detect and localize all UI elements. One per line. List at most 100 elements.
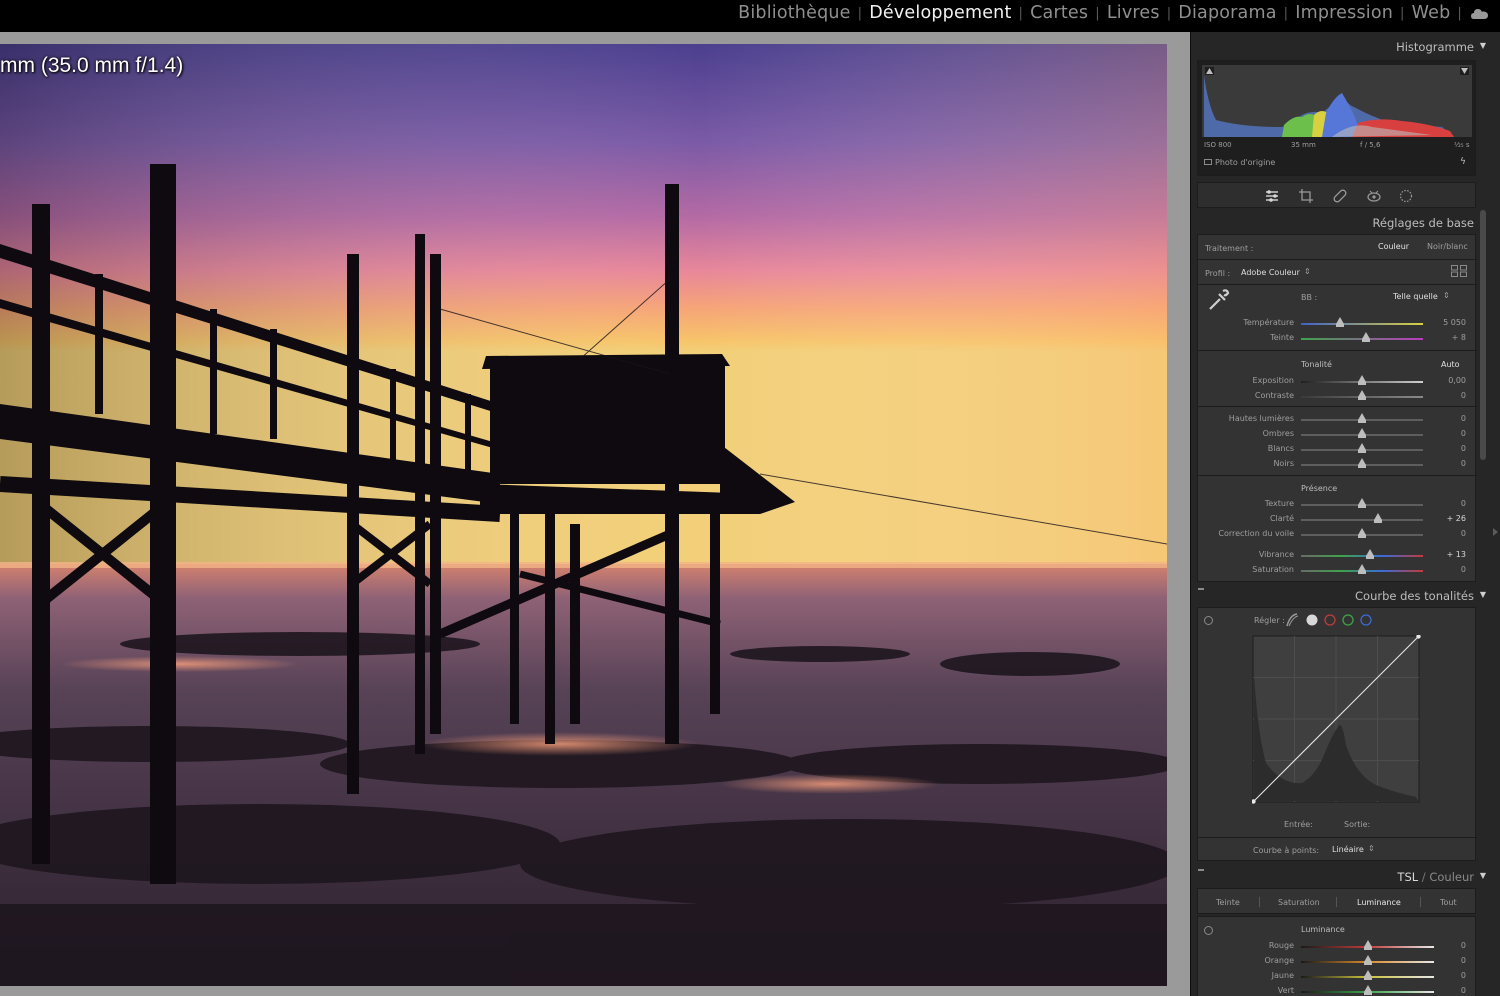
texture-slider-thumb[interactable] xyxy=(1358,498,1366,508)
temperature-value[interactable]: 5 050 xyxy=(1426,318,1466,327)
tint-value[interactable]: + 8 xyxy=(1426,333,1466,342)
treatment-bw[interactable]: Noir/blanc xyxy=(1427,242,1468,251)
point-curve-select[interactable]: Linéaire xyxy=(1332,845,1364,854)
hsl-tab-hue[interactable]: Teinte xyxy=(1216,898,1240,907)
blacks-slider-thumb[interactable] xyxy=(1358,458,1366,468)
parametric-curve-icon[interactable] xyxy=(1286,613,1299,627)
photo-image[interactable] xyxy=(0,44,1167,986)
develop-right-panel: Histogramme ▼ ISO 800 35 mm f / 5,6 ¹⁄₂₅… xyxy=(1190,32,1500,996)
clarity-value[interactable]: + 26 xyxy=(1426,514,1466,523)
shadows-slider-thumb[interactable] xyxy=(1358,428,1366,438)
red-channel-icon[interactable] xyxy=(1324,614,1336,626)
texture-label: Texture xyxy=(1264,499,1294,508)
histogram-collapse-icon[interactable]: ▼ xyxy=(1480,41,1486,50)
whites-slider-thumb[interactable] xyxy=(1358,443,1366,453)
shadows-label: Ombres xyxy=(1262,429,1294,438)
contrast-value[interactable]: 0 xyxy=(1426,391,1466,400)
eyedropper-icon[interactable] xyxy=(1206,287,1230,311)
hsl-tab-luminance[interactable]: Luminance xyxy=(1357,898,1401,907)
hsl-orange-slider-thumb[interactable] xyxy=(1363,955,1372,965)
redeye-icon[interactable] xyxy=(1367,189,1381,203)
module-web[interactable]: Web xyxy=(1412,3,1451,23)
module-library[interactable]: Bibliothèque xyxy=(738,3,851,23)
lightroom-app: Bibliothèque | Développement | Cartes | … xyxy=(0,0,1500,996)
contrast-slider-thumb[interactable] xyxy=(1358,390,1366,400)
hsl-target-adjust-icon[interactable] xyxy=(1204,926,1213,935)
module-slideshow[interactable]: Diaporama xyxy=(1178,3,1276,23)
histogram-iso: ISO 800 xyxy=(1204,141,1232,149)
module-book[interactable]: Livres xyxy=(1107,3,1160,23)
divider xyxy=(1198,837,1477,838)
crop-icon[interactable] xyxy=(1299,189,1313,203)
module-map[interactable]: Cartes xyxy=(1030,3,1088,23)
mask-icon[interactable] xyxy=(1399,189,1413,203)
histogram-chart[interactable] xyxy=(1202,65,1472,137)
dehaze-value[interactable]: 0 xyxy=(1426,529,1466,538)
heal-icon[interactable] xyxy=(1333,189,1347,203)
hsl-title-hsl[interactable]: TSL xyxy=(1397,870,1418,884)
clarity-slider-thumb[interactable] xyxy=(1373,513,1382,523)
target-adjust-icon[interactable] xyxy=(1204,616,1213,625)
tone-curve-title[interactable]: Courbe des tonalités xyxy=(1355,589,1474,603)
panel-edge-arrow-icon[interactable] xyxy=(1493,528,1498,536)
module-bar: Bibliothèque | Développement | Cartes | … xyxy=(0,0,1500,32)
hsl-toggle-icon[interactable] xyxy=(1198,869,1204,871)
cloud-icon[interactable] xyxy=(1471,8,1488,19)
vibrance-value[interactable]: + 13 xyxy=(1426,550,1466,559)
auto-tone-button[interactable]: Auto xyxy=(1441,360,1460,369)
shadows-value[interactable]: 0 xyxy=(1426,429,1466,438)
hsl-tab-saturation[interactable]: Saturation xyxy=(1278,898,1320,907)
rgb-channel-icon[interactable] xyxy=(1306,614,1318,626)
temperature-label: Température xyxy=(1243,318,1294,327)
histogram-focal: 35 mm xyxy=(1291,141,1316,149)
exposure-slider-thumb[interactable] xyxy=(1358,375,1366,385)
hsl-jaune-value[interactable]: 0 xyxy=(1426,971,1466,980)
hsl-rouge-value[interactable]: 0 xyxy=(1426,941,1466,950)
whites-value[interactable]: 0 xyxy=(1426,444,1466,453)
hsl-vert-value[interactable]: 0 xyxy=(1426,986,1466,995)
basic-panel-title[interactable]: Réglages de base xyxy=(1372,216,1474,230)
vibrance-slider-track[interactable] xyxy=(1301,555,1423,557)
highlights-value[interactable]: 0 xyxy=(1426,414,1466,423)
saturation-value[interactable]: 0 xyxy=(1426,565,1466,574)
divider xyxy=(1198,406,1477,407)
hsl-jaune-slider-thumb[interactable] xyxy=(1363,970,1372,980)
profile-select[interactable]: Adobe Couleur xyxy=(1241,268,1300,277)
blue-channel-icon[interactable] xyxy=(1360,614,1372,626)
histogram-shutter: ¹⁄₂₅ s xyxy=(1454,141,1470,149)
tone-curve-collapse-icon[interactable]: ▼ xyxy=(1480,590,1486,599)
module-develop[interactable]: Développement xyxy=(869,3,1011,23)
treatment-color[interactable]: Couleur xyxy=(1378,242,1409,251)
original-photo-checkbox[interactable] xyxy=(1204,159,1212,165)
module-print[interactable]: Impression xyxy=(1295,3,1393,23)
histogram-title[interactable]: Histogramme xyxy=(1396,40,1474,54)
vibrance-slider-thumb[interactable] xyxy=(1365,549,1374,559)
hsl-rouge-slider-thumb[interactable] xyxy=(1363,940,1372,950)
hsl-tab-all[interactable]: Tout xyxy=(1440,898,1457,907)
saturation-slider-thumb[interactable] xyxy=(1358,564,1366,574)
profile-browser-icon[interactable] xyxy=(1451,265,1467,277)
green-channel-icon[interactable] xyxy=(1342,614,1354,626)
temperature-slider-track[interactable] xyxy=(1301,323,1423,325)
hsl-tabs: Teinte Saturation Luminance Tout xyxy=(1197,888,1476,914)
clarity-slider-track[interactable] xyxy=(1301,519,1423,521)
tint-slider-thumb[interactable] xyxy=(1361,332,1370,342)
hsl-title[interactable]: TSL / Couleur xyxy=(1397,870,1474,884)
dehaze-slider-thumb[interactable] xyxy=(1358,528,1366,538)
highlights-slider-thumb[interactable] xyxy=(1358,413,1366,423)
hsl-collapse-icon[interactable]: ▼ xyxy=(1480,871,1486,880)
point-curve-chevron-icon: ⇕ xyxy=(1368,844,1375,853)
panel-scrollbar[interactable] xyxy=(1480,210,1486,460)
tone-curve-toggle-icon[interactable] xyxy=(1198,588,1204,590)
lightning-icon[interactable]: ϟ xyxy=(1460,157,1466,167)
blacks-value[interactable]: 0 xyxy=(1426,459,1466,468)
exposure-value[interactable]: 0,00 xyxy=(1426,376,1466,385)
texture-value[interactable]: 0 xyxy=(1426,499,1466,508)
hsl-title-color[interactable]: Couleur xyxy=(1429,870,1474,884)
sliders-icon[interactable] xyxy=(1265,189,1279,203)
tone-curve-graph[interactable] xyxy=(1252,635,1424,807)
hsl-orange-value[interactable]: 0 xyxy=(1426,956,1466,965)
wb-select[interactable]: Telle quelle xyxy=(1393,292,1438,301)
temperature-slider-thumb[interactable] xyxy=(1336,317,1345,327)
hsl-vert-slider-thumb[interactable] xyxy=(1363,985,1372,995)
